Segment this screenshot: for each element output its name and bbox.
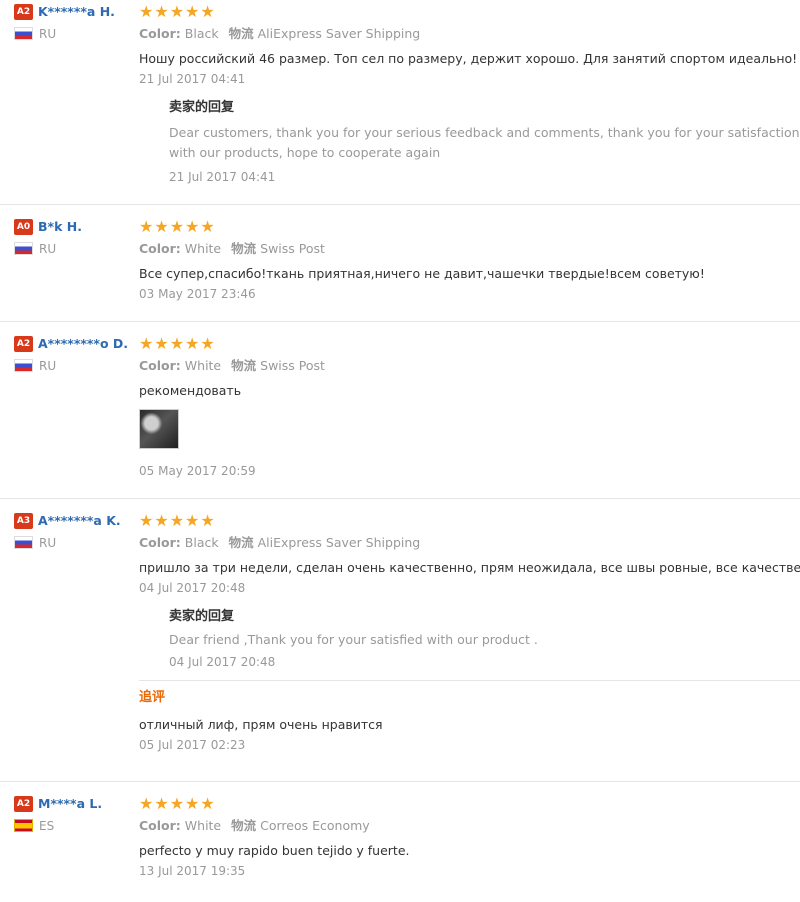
buyer-level-badge: A2 (14, 336, 33, 352)
buyer-level-badge: A2 (14, 796, 33, 812)
reviewer-country: ES (14, 818, 134, 834)
seller-reply-title: 卖家的回复 (169, 609, 235, 624)
reviewer-name[interactable]: A*******a K. (38, 513, 121, 528)
color-value: Black (184, 26, 219, 41)
seller-reply: 卖家的回复 Dear customers, thank you for your… (169, 99, 800, 185)
shipping-label: 物流 (228, 26, 254, 41)
flag-icon (14, 242, 33, 255)
buyer-level-badge: A0 (14, 219, 33, 235)
reviewer-name[interactable]: A********o D. (38, 336, 128, 351)
review-date: 13 Jul 2017 19:35 (139, 864, 246, 878)
review-item: A2 M****a L. ES ★★★★★ Color: White 物流 Corr… (0, 782, 800, 902)
color-label: Color: (139, 26, 181, 41)
review-text: perfecto y muy rapido buen tejido y fuer… (139, 843, 410, 858)
reviewer-info: A2 A********o D. RU (14, 336, 134, 374)
order-info: Color: White 物流 Correos Economy (139, 818, 800, 834)
review-body: ★★★★★ Color: Black 物流 AliExpress Saver Sh… (139, 3, 800, 185)
seller-reply-title: 卖家的回复 (169, 100, 235, 115)
review-date: 04 Jul 2017 20:48 (139, 581, 246, 595)
reviewer-country: RU (14, 535, 134, 551)
country-code: RU (39, 359, 57, 373)
review-text: Все супер,спасибо!ткань приятная,ничего … (139, 266, 705, 281)
review-item: A0 B*k H. RU ★★★★★ Color: White 物流 Swiss P… (0, 205, 800, 322)
flag-icon (14, 27, 33, 40)
color-label: Color: (139, 535, 181, 550)
reviewer-info: A2 K******a H. RU (14, 4, 134, 42)
reviewer-info: A2 M****a L. ES (14, 796, 134, 834)
order-info: Color: Black 物流 AliExpress Saver Shipping (139, 26, 800, 42)
star-rating: ★★★★★ (139, 217, 216, 236)
review-item: A2 K******a H. RU ★★★★★ Color: Black 物流 Al… (0, 0, 800, 205)
color-value: Black (184, 535, 219, 550)
shipping-value: AliExpress Saver Shipping (257, 535, 421, 550)
additional-feedback-title: 追评 (139, 690, 166, 705)
reviewer-info: A0 B*k H. RU (14, 219, 134, 257)
additional-feedback-divider (139, 680, 800, 681)
buyer-level-badge: A3 (14, 513, 33, 529)
reviewer-country: RU (14, 26, 134, 42)
star-rating: ★★★★★ (139, 511, 216, 530)
additional-feedback-date: 05 Jul 2017 02:23 (139, 738, 246, 752)
country-code: ES (39, 819, 55, 833)
flag-icon (14, 536, 33, 549)
seller-reply-date: 04 Jul 2017 20:48 (169, 655, 276, 669)
shipping-value: AliExpress Saver Shipping (257, 26, 421, 41)
star-rating: ★★★★★ (139, 334, 216, 353)
shipping-label: 物流 (231, 358, 257, 373)
shipping-value: Swiss Post (260, 241, 325, 256)
review-date: 03 May 2017 23:46 (139, 287, 256, 301)
review-photo-thumbnail[interactable] (139, 409, 179, 449)
review-item: A3 A*******a K. RU ★★★★★ Color: Black 物流 A… (0, 499, 800, 782)
star-rating: ★★★★★ (139, 2, 216, 21)
star-rating: ★★★★★ (139, 794, 216, 813)
review-body: ★★★★★ Color: White 物流 Swiss Post Все супе… (139, 218, 800, 302)
review-date: 05 May 2017 20:59 (139, 464, 256, 478)
review-body: ★★★★★ Color: White 物流 Swiss Post рекоменд… (139, 335, 800, 479)
shipping-value: Swiss Post (260, 358, 325, 373)
review-date: 21 Jul 2017 04:41 (139, 72, 246, 86)
review-body: ★★★★★ Color: White 物流 Correos Economy per… (139, 795, 800, 879)
shipping-label: 物流 (228, 535, 254, 550)
reviewer-name[interactable]: B*k H. (38, 219, 82, 234)
seller-reply-text: Dear friend ,Thank you for your satisfie… (169, 632, 538, 647)
color-value: White (184, 241, 222, 256)
order-info: Color: White 物流 Swiss Post (139, 358, 800, 374)
review-text: пришло за три недели, сделан очень качес… (139, 560, 800, 575)
review-text: Ношу российский 46 размер. Топ сел по ра… (139, 51, 798, 66)
review-text: рекомендовать (139, 383, 242, 398)
reviewer-country: RU (14, 358, 134, 374)
country-code: RU (39, 27, 57, 41)
seller-reply: 卖家的回复 Dear friend ,Thank you for your sa… (169, 608, 800, 670)
additional-feedback-text: отличный лиф, прям очень нравится (139, 717, 383, 732)
country-code: RU (39, 242, 57, 256)
order-info: Color: Black 物流 AliExpress Saver Shipping (139, 535, 800, 551)
review-item: A2 A********o D. RU ★★★★★ Color: White 物流 … (0, 322, 800, 499)
feedback-list: A2 K******a H. RU ★★★★★ Color: Black 物流 Al… (0, 0, 800, 902)
reviewer-info: A3 A*******a K. RU (14, 513, 134, 551)
flag-icon (14, 359, 33, 372)
seller-reply-date: 21 Jul 2017 04:41 (169, 170, 276, 184)
color-value: White (184, 818, 222, 833)
reviewer-name[interactable]: M****a L. (38, 796, 102, 811)
country-code: RU (39, 536, 57, 550)
shipping-label: 物流 (231, 241, 257, 256)
color-value: White (184, 358, 222, 373)
order-info: Color: White 物流 Swiss Post (139, 241, 800, 257)
reviewer-country: RU (14, 241, 134, 257)
flag-icon (14, 819, 33, 832)
shipping-value: Correos Economy (260, 818, 370, 833)
seller-reply-text: Dear customers, thank you for your serio… (169, 125, 800, 160)
reviewer-name[interactable]: K******a H. (38, 4, 115, 19)
buyer-level-badge: A2 (14, 4, 33, 20)
color-label: Color: (139, 241, 181, 256)
color-label: Color: (139, 818, 181, 833)
shipping-label: 物流 (231, 818, 257, 833)
review-body: ★★★★★ Color: Black 物流 AliExpress Saver Sh… (139, 512, 800, 753)
color-label: Color: (139, 358, 181, 373)
